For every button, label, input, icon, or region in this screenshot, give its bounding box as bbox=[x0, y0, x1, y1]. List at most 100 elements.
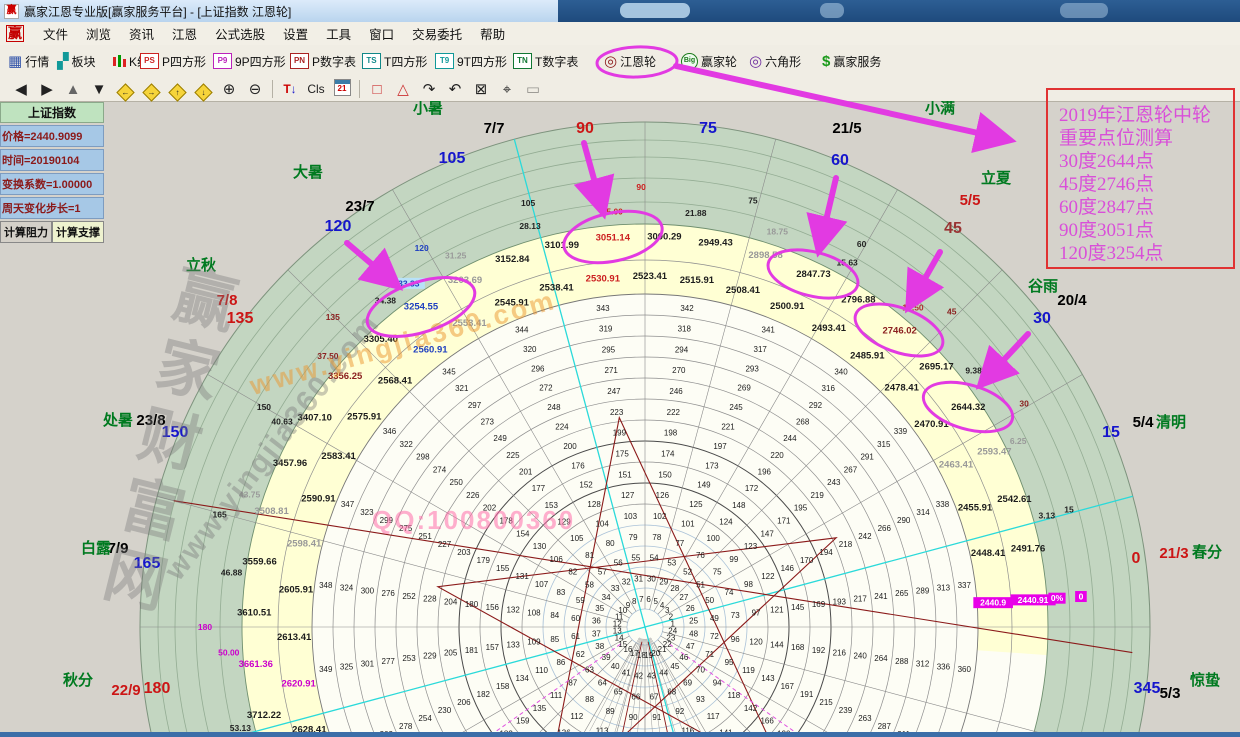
svg-text:337: 337 bbox=[958, 581, 972, 590]
svg-text:105: 105 bbox=[521, 198, 535, 208]
svg-text:182: 182 bbox=[477, 690, 491, 699]
svg-text:2583.41: 2583.41 bbox=[321, 451, 356, 462]
delete-box-button[interactable]: ⊠ bbox=[468, 80, 494, 98]
pan-down-button[interactable]: ↓ bbox=[190, 81, 216, 98]
menu-item-文件[interactable]: 文件 bbox=[34, 21, 77, 46]
svg-text:135: 135 bbox=[227, 310, 254, 327]
menu-item-江恩[interactable]: 江恩 bbox=[163, 21, 206, 46]
toolbar-button-p-square[interactable]: PSP四方形 bbox=[140, 50, 206, 72]
menu-item-浏览[interactable]: 浏览 bbox=[77, 21, 120, 46]
svg-text:239: 239 bbox=[839, 706, 853, 715]
calc-support-button[interactable]: 计算支撑 bbox=[52, 221, 104, 243]
svg-text:264: 264 bbox=[874, 654, 888, 663]
calendar-button[interactable]: 21 bbox=[329, 79, 355, 100]
svg-text:37: 37 bbox=[592, 629, 601, 638]
svg-text:56: 56 bbox=[614, 558, 623, 567]
nav-right-button[interactable]: ▶ bbox=[34, 80, 60, 98]
svg-text:9.38: 9.38 bbox=[965, 365, 982, 375]
svg-text:87: 87 bbox=[568, 678, 577, 687]
menu-item-设置[interactable]: 设置 bbox=[274, 21, 317, 46]
draw-square-button[interactable]: □ bbox=[364, 81, 390, 98]
svg-text:349: 349 bbox=[319, 665, 333, 674]
menu-item-交易委托[interactable]: 交易委托 bbox=[403, 21, 471, 46]
svg-text:157: 157 bbox=[486, 643, 500, 652]
toolbar-button-winner-service[interactable]: $赢家服务 bbox=[822, 50, 881, 72]
svg-text:20/4: 20/4 bbox=[1057, 292, 1087, 309]
t-down-button[interactable]: T↓ bbox=[277, 82, 303, 96]
svg-text:121: 121 bbox=[770, 606, 784, 615]
svg-text:0: 0 bbox=[1132, 550, 1141, 567]
titlebar-blur-decor bbox=[1060, 3, 1108, 18]
toolbar-button-p-table[interactable]: PNP数字表 bbox=[290, 50, 356, 72]
svg-text:31: 31 bbox=[634, 574, 643, 583]
svg-text:278: 278 bbox=[399, 722, 413, 731]
svg-text:105: 105 bbox=[439, 150, 466, 167]
svg-text:30: 30 bbox=[1019, 399, 1029, 409]
menu-item-公式选股[interactable]: 公式选股 bbox=[206, 21, 274, 46]
svg-text:340: 340 bbox=[834, 368, 848, 377]
rotate-cw-button[interactable]: ↷ bbox=[416, 80, 442, 98]
menu-item-窗口[interactable]: 窗口 bbox=[360, 21, 403, 46]
toolbar-button-9p-square[interactable]: P99P四方形 bbox=[213, 50, 286, 72]
toolbar-button-t-table[interactable]: TNT数字表 bbox=[513, 50, 578, 72]
svg-text:180: 180 bbox=[465, 600, 479, 609]
menu-item-资讯[interactable]: 资讯 bbox=[120, 21, 163, 46]
pan-right-button[interactable]: → bbox=[138, 81, 164, 98]
toolbar-button-9t-square[interactable]: T99T四方形 bbox=[435, 50, 507, 72]
svg-text:92: 92 bbox=[675, 707, 684, 716]
draw-triangle-button[interactable]: △ bbox=[390, 80, 416, 98]
nav-up-button[interactable]: ▲ bbox=[60, 81, 86, 98]
menu-item-帮助[interactable]: 帮助 bbox=[471, 21, 514, 46]
svg-text:336: 336 bbox=[937, 662, 951, 671]
toolbar-button-quotes[interactable]: ▦行情 bbox=[8, 50, 49, 72]
svg-text:175: 175 bbox=[615, 449, 629, 458]
svg-text:85: 85 bbox=[550, 635, 559, 644]
instrument-name: 上证指数 bbox=[0, 102, 104, 123]
main-toolbar: ▦行情▞板块K线PSP四方形P99P四方形PNP数字表TST四方形T99T四方形… bbox=[0, 45, 1240, 78]
svg-text:343: 343 bbox=[596, 304, 610, 313]
svg-text:254: 254 bbox=[418, 714, 432, 723]
menu-item-工具[interactable]: 工具 bbox=[317, 21, 360, 46]
svg-text:227: 227 bbox=[438, 540, 452, 549]
kline-icon bbox=[112, 54, 126, 69]
toolbar-button-sectors[interactable]: ▞板块 bbox=[57, 50, 96, 72]
svg-text:103: 103 bbox=[624, 512, 638, 521]
nav-left-button[interactable]: ◀ bbox=[8, 80, 34, 98]
rotate-ccw-button[interactable]: ↶ bbox=[442, 80, 468, 98]
svg-text:150: 150 bbox=[257, 402, 271, 412]
svg-text:181: 181 bbox=[465, 646, 479, 655]
svg-text:小暑: 小暑 bbox=[413, 101, 443, 117]
svg-text:105: 105 bbox=[570, 534, 584, 543]
svg-text:347: 347 bbox=[341, 500, 355, 509]
calc-resistance-button[interactable]: 计算阻力 bbox=[0, 221, 52, 243]
svg-text:2508.41: 2508.41 bbox=[726, 285, 761, 296]
svg-text:107: 107 bbox=[535, 580, 549, 589]
svg-text:50: 50 bbox=[705, 596, 714, 605]
crosshair-button[interactable]: ⌖ bbox=[494, 81, 520, 98]
svg-text:15.63: 15.63 bbox=[837, 257, 859, 267]
svg-text:2542.61: 2542.61 bbox=[997, 494, 1032, 505]
select-rect-button[interactable]: ▭ bbox=[520, 80, 546, 98]
t-square-icon: TS bbox=[362, 53, 381, 69]
toolbar-button-t-square[interactable]: TST四方形 bbox=[362, 50, 427, 72]
annotation-line-3: 45度2746点 bbox=[1059, 173, 1233, 196]
taskbar-edge bbox=[0, 732, 1240, 737]
pan-left-button[interactable]: ← bbox=[112, 81, 138, 98]
svg-text:2695.17: 2695.17 bbox=[919, 361, 953, 372]
svg-text:57: 57 bbox=[598, 567, 607, 576]
svg-text:159: 159 bbox=[516, 717, 530, 726]
svg-text:2485.91: 2485.91 bbox=[850, 350, 885, 361]
zoom-out-button[interactable]: ⊖ bbox=[242, 80, 268, 98]
toolbar-button-winner-wheel[interactable]: Big赢家轮 bbox=[681, 50, 737, 72]
toolbar-label: 9T四方形 bbox=[457, 53, 507, 70]
zoom-in-button[interactable]: ⊕ bbox=[216, 80, 242, 98]
toolbar-separator bbox=[359, 80, 360, 98]
toolbar-button-gann-wheel[interactable]: ◎江恩轮 bbox=[604, 50, 656, 72]
cls-button[interactable]: Cls bbox=[303, 82, 329, 96]
svg-text:265: 265 bbox=[895, 589, 909, 598]
nav-down-button[interactable]: ▼ bbox=[86, 81, 112, 98]
pan-up-button[interactable]: ↑ bbox=[164, 81, 190, 98]
svg-text:62: 62 bbox=[576, 650, 585, 659]
toolbar-button-hexagon[interactable]: ◎六角形 bbox=[749, 50, 801, 72]
sectors-icon: ▞ bbox=[57, 54, 69, 69]
